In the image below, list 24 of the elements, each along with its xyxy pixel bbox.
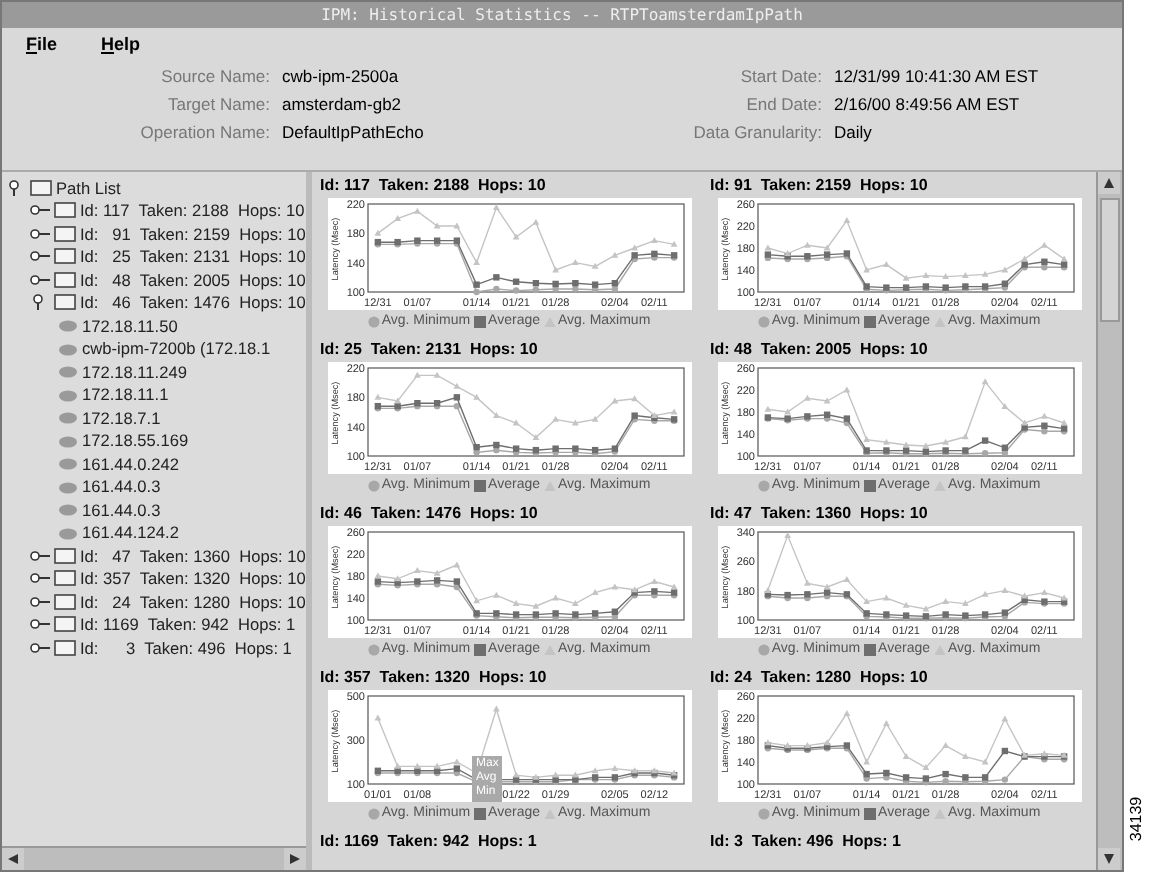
figure-number: 34139 [1128, 796, 1146, 842]
field-value: Daily [834, 122, 874, 142]
field-value: amsterdam-gb2 [282, 94, 404, 114]
field-label: Operation Name: [138, 122, 272, 142]
chart-heading: Id: 1169 Taken: 942 Hops: 1 [320, 832, 537, 854]
chart-heading: Id: 91 Taken: 2159 Hops: 10 [710, 176, 928, 198]
field-value: cwb-ipm-2500a [282, 66, 401, 86]
chart-heading: Id: 47 Taken: 1360 Hops: 10 [710, 504, 928, 526]
field-value: 12/31/99 10:41:30 AM EST [834, 66, 1041, 86]
chart-heading: Id: 46 Taken: 1476 Hops: 10 [320, 504, 538, 526]
field-label: Source Name: [159, 66, 272, 86]
field-value: 2/16/00 8:49:56 AM EST [834, 94, 1022, 114]
chart-heading: Id: 25 Taken: 2131 Hops: 10 [320, 340, 538, 362]
chart-heading: Id: 24 Taken: 1280 Hops: 10 [710, 668, 928, 690]
chart-heading: Id: 48 Taken: 2005 Hops: 10 [710, 340, 928, 362]
field-value: DefaultIpPathEcho [282, 122, 426, 142]
field-label: Start Date: [738, 66, 824, 86]
chart-heading: Id: 3 Taken: 496 Hops: 1 [710, 832, 901, 854]
field-label: End Date: [744, 94, 824, 114]
window-title: IPM: Historical Statistics -- RTPToamsterdamIpPath [2, 2, 1122, 28]
field-label: Data Granularity: [691, 122, 824, 142]
chart-heading: Id: 357 Taken: 1320 Hops: 10 [320, 668, 547, 690]
field-label: Target Name: [165, 94, 272, 114]
chart-heading: Id: 117 Taken: 2188 Hops: 10 [320, 176, 546, 198]
